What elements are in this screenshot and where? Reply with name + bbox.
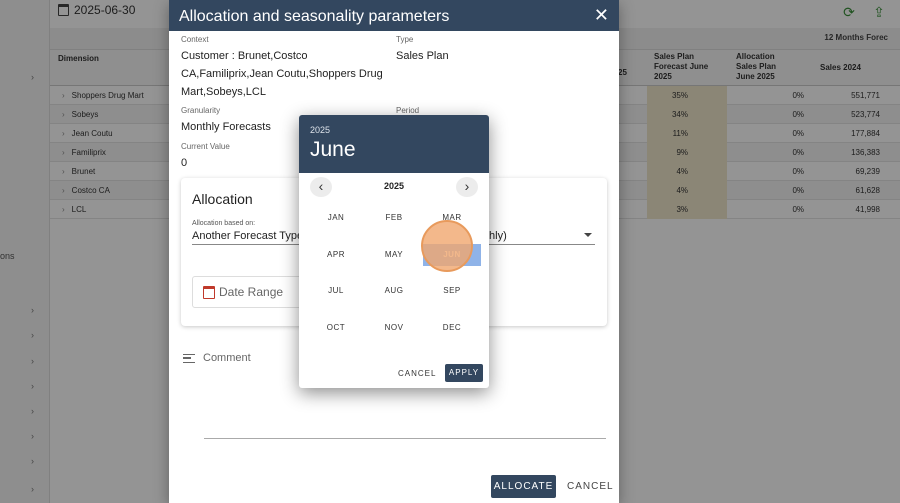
dialog-title-bar: Allocation and seasonality parameters ✕ bbox=[169, 0, 619, 31]
month-may[interactable]: MAY bbox=[365, 244, 423, 266]
date-range-label: Date Range bbox=[219, 285, 284, 299]
notes-icon bbox=[183, 353, 195, 363]
close-icon[interactable]: ✕ bbox=[594, 5, 609, 26]
calendar-icon bbox=[203, 286, 215, 299]
month-oct[interactable]: OCT bbox=[307, 317, 365, 339]
next-year-icon[interactable]: › bbox=[456, 177, 478, 197]
month-jun[interactable]: JUN bbox=[423, 243, 481, 266]
type-value: Sales Plan bbox=[396, 50, 449, 62]
current-value: 0 bbox=[181, 157, 188, 169]
comment-label: Comment bbox=[203, 352, 251, 364]
month-sep[interactable]: SEP bbox=[423, 280, 481, 302]
context-line: Mart,Sobeys,LCL bbox=[181, 86, 266, 98]
granularity-value: Monthly Forecasts bbox=[181, 121, 271, 133]
allocate-button[interactable]: ALLOCATE bbox=[491, 475, 556, 498]
month-apr[interactable]: APR bbox=[307, 244, 365, 266]
comment-input[interactable] bbox=[204, 438, 606, 439]
picker-cancel-button[interactable]: CANCEL bbox=[398, 369, 436, 378]
picker-header: 2025 June bbox=[299, 115, 489, 173]
picker-header-month: June bbox=[310, 138, 356, 161]
month-aug[interactable]: AUG bbox=[365, 280, 423, 302]
allocation-based-on-select[interactable]: Another Forecast Type bbox=[192, 230, 303, 242]
month-nov[interactable]: NOV bbox=[365, 317, 423, 339]
allocation-based-on-label: Allocation based on: bbox=[192, 220, 256, 227]
context-line: CA,Familiprix,Jean Coutu,Shoppers Drug bbox=[181, 68, 383, 80]
current-value-field: Current Value 0 bbox=[181, 142, 230, 172]
comment-field-label: Comment bbox=[183, 352, 251, 364]
context-line: Customer : Brunet,Costco bbox=[181, 50, 308, 62]
month-jul[interactable]: JUL bbox=[307, 280, 365, 302]
granularity-field: Granularity Monthly Forecasts bbox=[181, 106, 271, 136]
chevron-down-icon[interactable] bbox=[584, 233, 592, 237]
dialog-title: Allocation and seasonality parameters bbox=[179, 8, 450, 25]
dialog-cancel-button[interactable]: CANCEL bbox=[567, 481, 614, 492]
month-feb[interactable]: FEB bbox=[365, 207, 423, 229]
allocation-secondary-select[interactable]: thly) bbox=[486, 230, 507, 242]
context-field: Context Customer : Brunet,Costco CA,Fami… bbox=[181, 35, 391, 101]
month-mar[interactable]: MAR bbox=[423, 207, 481, 229]
month-picker: 2025 June ‹ 2025 › JAN FEB MAR APR MAY JUN JUL… bbox=[299, 115, 489, 388]
picker-header-year[interactable]: 2025 bbox=[310, 125, 489, 135]
picker-apply-button[interactable]: APPLY bbox=[445, 364, 483, 382]
month-dec[interactable]: DEC bbox=[423, 317, 481, 339]
picker-year-nav: ‹ 2025 › bbox=[299, 177, 489, 197]
granularity-label: Granularity bbox=[181, 106, 221, 115]
type-label: Type bbox=[396, 35, 414, 44]
current-value-label: Current Value bbox=[181, 142, 230, 151]
period-label: Period bbox=[396, 106, 420, 115]
date-range-button[interactable]: Date Range bbox=[192, 276, 312, 308]
month-jan[interactable]: JAN bbox=[307, 207, 365, 229]
allocation-title: Allocation bbox=[192, 191, 253, 207]
type-field: Type Sales Plan bbox=[396, 35, 449, 65]
context-label: Context bbox=[181, 35, 209, 44]
